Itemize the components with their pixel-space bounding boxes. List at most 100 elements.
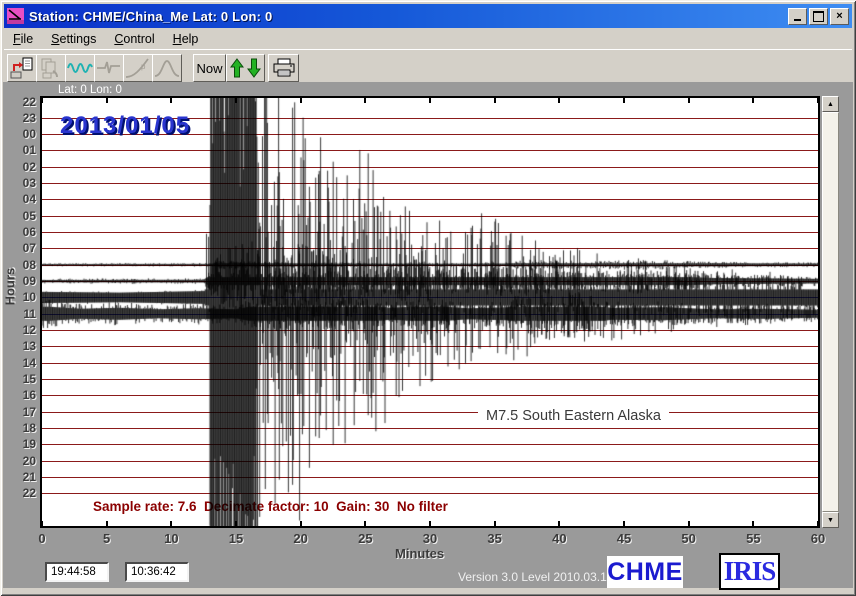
minute-tick: [300, 521, 302, 526]
filter-impulse-icon: [96, 57, 122, 79]
hour-label-20: 20: [0, 454, 36, 468]
menu-file[interactable]: File: [4, 30, 42, 48]
hour-label-14: 14: [0, 356, 36, 370]
hour-label-04: 04: [0, 192, 36, 206]
time-display-right: 10:36:42: [125, 562, 189, 582]
minute-tick: [364, 98, 366, 103]
time-display-left: 19:44:58: [45, 562, 109, 582]
minute-tick: [688, 521, 690, 526]
vertical-scrollbar[interactable]: ▲ ▼: [822, 96, 839, 528]
minimize-button[interactable]: [788, 8, 807, 25]
date-label: 2013/01/05: [60, 112, 190, 140]
response-button: p: [123, 54, 153, 82]
title-bar[interactable]: Station: CHME/China_Me Lat: 0 Lon: 0 ×: [4, 4, 852, 28]
hour-label-19: 19: [0, 437, 36, 451]
maximize-button[interactable]: [809, 8, 828, 25]
chevron-up-icon: ▲: [827, 101, 834, 108]
close-icon: ×: [836, 11, 842, 22]
station-logo: CHME: [607, 556, 683, 588]
hour-label-01: 01: [0, 143, 36, 157]
hour-label-06: 06: [0, 225, 36, 239]
menu-settings[interactable]: Settings: [42, 30, 105, 48]
now-button-label: Now: [196, 61, 222, 76]
iris-logo: IRIS: [719, 553, 780, 590]
scrollbar-thumb[interactable]: [822, 112, 839, 512]
maximize-icon: [813, 11, 824, 22]
minutes-axis-label: Minutes: [395, 546, 444, 561]
minute-tick: [558, 521, 560, 526]
hour-label-10: 10: [0, 290, 36, 304]
minute-tick: [41, 521, 43, 526]
hour-label-03: 03: [0, 176, 36, 190]
minute-tick: [364, 521, 366, 526]
minute-label-35: 35: [487, 531, 501, 546]
hour-label-22: 22: [0, 486, 36, 500]
hour-label-08: 08: [0, 258, 36, 272]
minute-tick: [623, 98, 625, 103]
toolbar: p Now: [4, 49, 852, 83]
hour-label-15: 15: [0, 372, 36, 386]
minute-tick: [817, 98, 819, 103]
hour-label-00: 00: [0, 127, 36, 141]
hour-label-07: 07: [0, 241, 36, 255]
load-data-button[interactable]: [7, 54, 37, 82]
menu-control[interactable]: Control: [105, 30, 163, 48]
minute-tick: [752, 98, 754, 103]
menu-help[interactable]: Help: [164, 30, 208, 48]
filter-button: [94, 54, 124, 82]
hour-label-21: 21: [0, 470, 36, 484]
chevron-down-icon: ▼: [827, 517, 834, 524]
minute-tick: [817, 521, 819, 526]
minute-label-15: 15: [229, 531, 243, 546]
minute-tick: [300, 98, 302, 103]
minute-label-45: 45: [617, 531, 631, 546]
minute-tick: [106, 521, 108, 526]
print-icon: [272, 58, 296, 78]
seismogram-canvas[interactable]: [42, 98, 818, 526]
waveform-button[interactable]: [65, 54, 95, 82]
hour-label-23: 23: [0, 111, 36, 125]
minute-tick: [494, 98, 496, 103]
application-window: Station: CHME/China_Me Lat: 0 Lon: 0 × F…: [0, 0, 856, 596]
scrollbar-up-button[interactable]: ▲: [822, 96, 839, 112]
spectrum-bell-icon: [154, 57, 180, 79]
minute-tick: [688, 98, 690, 103]
minute-label-60: 60: [811, 531, 825, 546]
minute-tick: [494, 521, 496, 526]
minute-tick: [170, 98, 172, 103]
now-button[interactable]: Now: [193, 54, 226, 82]
minute-label-0: 0: [38, 531, 45, 546]
waveform-icon: [67, 57, 93, 79]
hour-label-12: 12: [0, 323, 36, 337]
close-button[interactable]: ×: [830, 8, 849, 25]
minimize-icon: [794, 19, 801, 21]
minute-tick: [558, 98, 560, 103]
hour-label-05: 05: [0, 209, 36, 223]
print-button[interactable]: [268, 54, 299, 82]
plot-overlay-latlon: Lat: 0 Lon: 0: [58, 84, 122, 96]
svg-text:p: p: [141, 62, 146, 71]
minute-tick: [429, 98, 431, 103]
plot-inner: Sample rate: 7.6 Decimate factor: 10 Gai…: [42, 98, 818, 526]
scrollbar-down-button[interactable]: ▼: [822, 512, 839, 528]
minute-tick: [752, 521, 754, 526]
window-title: Station: CHME/China_Me Lat: 0 Lon: 0: [29, 9, 272, 24]
response-curve-icon: p: [125, 57, 151, 79]
hour-label-02: 02: [0, 160, 36, 174]
hour-label-17: 17: [0, 405, 36, 419]
hour-label-09: 09: [0, 274, 36, 288]
hour-label-16: 16: [0, 388, 36, 402]
copy-pages-button: [36, 54, 66, 82]
event-annotation: M7.5 South Eastern Alaska: [478, 406, 669, 426]
minute-label-5: 5: [103, 531, 110, 546]
hour-label-18: 18: [0, 421, 36, 435]
version-text: Version 3.0 Level 2010.03.16: [458, 570, 613, 584]
helicorder-plot: Sample rate: 7.6 Decimate factor: 10 Gai…: [40, 96, 820, 528]
load-data-icon: [10, 57, 34, 79]
minute-tick: [235, 521, 237, 526]
minute-tick: [106, 98, 108, 103]
hour-label-13: 13: [0, 339, 36, 353]
minute-tick: [623, 521, 625, 526]
scroll-up-down-button[interactable]: [226, 54, 265, 82]
menu-bar: File Settings Control Help: [4, 28, 852, 49]
